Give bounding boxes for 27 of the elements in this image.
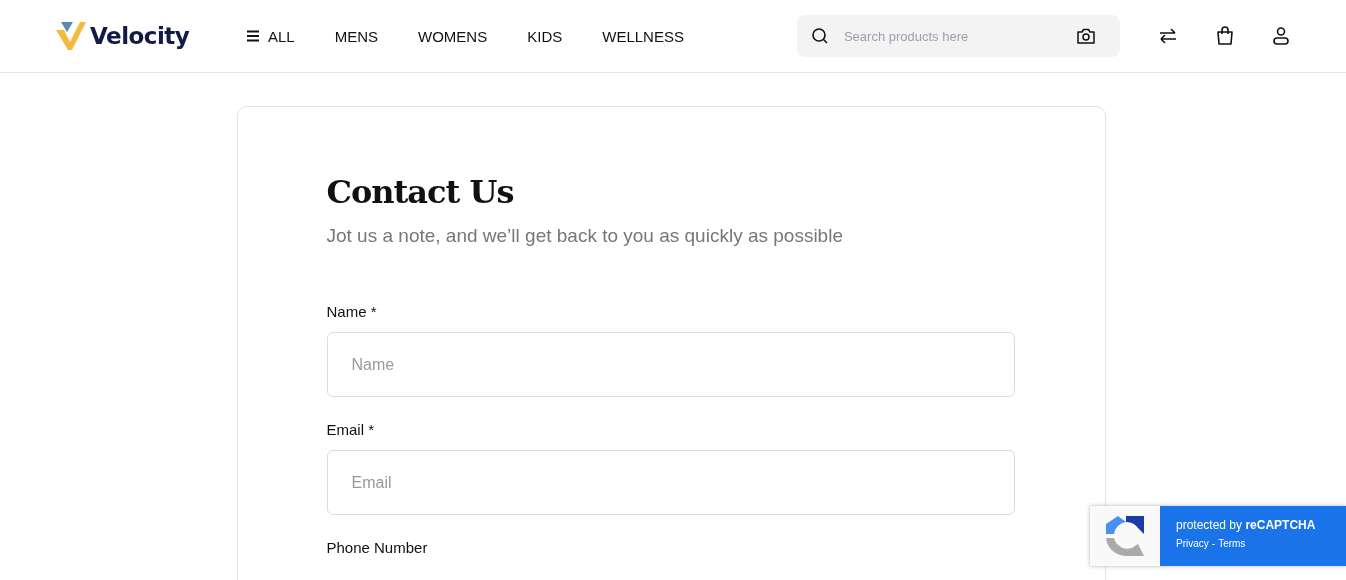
field-label: Phone Number	[326, 539, 429, 556]
search-icon	[810, 27, 829, 45]
subtitle: Jot us a note, and we’ll get back to you as quickly as possible	[326, 225, 844, 247]
input-field[interactable]: Name	[326, 332, 1015, 397]
search-field[interactable]: Search products here	[841, 27, 1063, 45]
field-label: Email *	[326, 421, 375, 438]
link-separator: -	[1211, 538, 1216, 549]
recaptcha-icon	[1104, 514, 1146, 558]
recaptcha-text: protected by reCAPTCHA	[1176, 518, 1317, 532]
shopping-bag-icon[interactable]	[1215, 26, 1234, 46]
user-icon[interactable]	[1271, 26, 1290, 46]
logo-icon	[56, 22, 86, 50]
field-label: Name *	[326, 303, 378, 320]
camera-icon[interactable]	[1075, 27, 1096, 45]
search-bar[interactable]: Search products here	[796, 15, 1120, 57]
footer-link[interactable]: Privacy	[1176, 538, 1209, 549]
footer-link[interactable]: Terms	[1218, 538, 1246, 549]
nav-link[interactable]: WOMENS	[418, 27, 488, 45]
nav-link[interactable]: MENS	[334, 27, 379, 45]
nav-link[interactable]: ALL	[246, 27, 295, 45]
nav-link[interactable]: WELLNESS	[602, 27, 684, 45]
page-title: Contact Us	[326, 173, 515, 211]
logo-text[interactable]: Velocity	[90, 23, 190, 49]
nav-link[interactable]: KIDS	[527, 27, 563, 45]
input-field[interactable]: Email	[326, 450, 1015, 515]
menu-icon	[246, 30, 260, 42]
swap-arrows-icon[interactable]	[1157, 27, 1178, 45]
